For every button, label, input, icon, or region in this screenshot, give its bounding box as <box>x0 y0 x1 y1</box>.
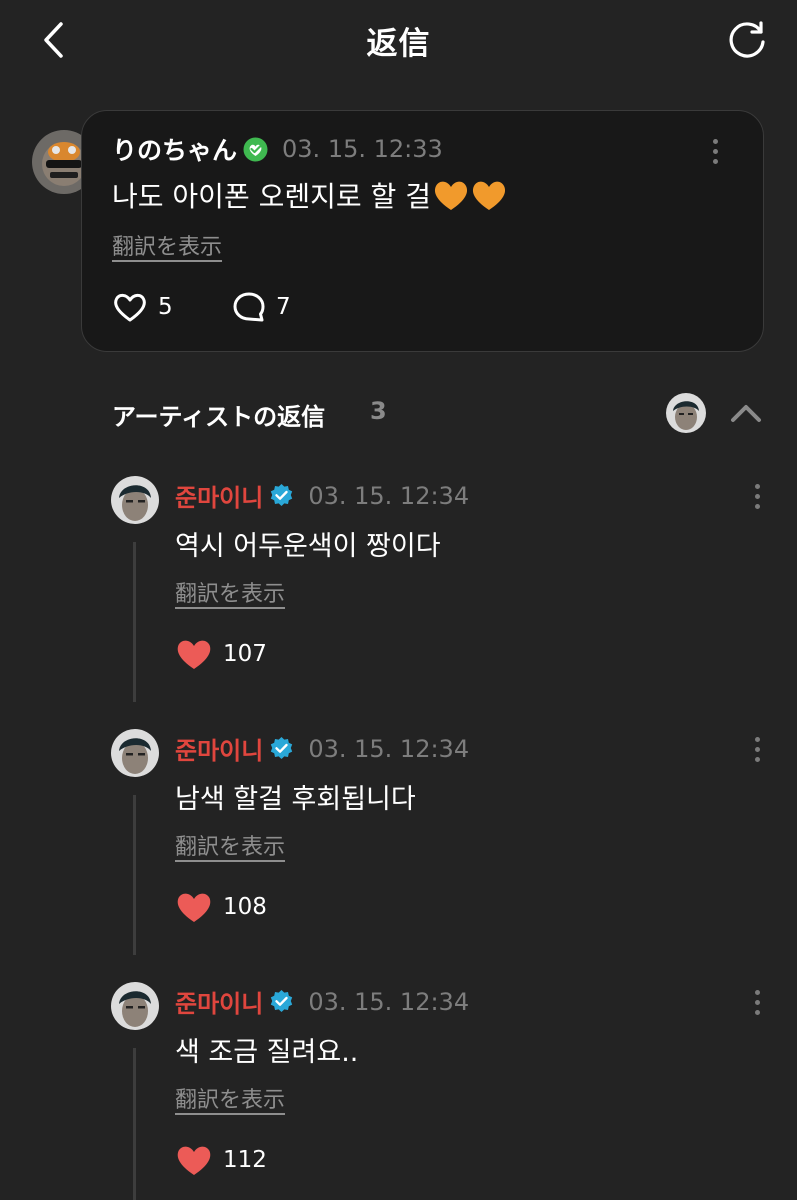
like-button[interactable]: 5 <box>112 291 173 323</box>
orange-heart-emoji-icon <box>433 179 469 218</box>
comment-username[interactable]: りのちゃん <box>112 131 237 167</box>
more-dot <box>712 138 718 144</box>
show-translation-link[interactable]: 翻訳を表示 <box>175 576 285 608</box>
like-count: 108 <box>223 894 267 920</box>
more-dot <box>754 1009 760 1015</box>
collapse-button[interactable] <box>726 395 766 431</box>
reply-screen: 返信 りのちゃん 03. 15. 12:33 나도 아이폰 오렌지로 할 걸 翻… <box>0 0 797 1200</box>
page-title: 返信 <box>366 26 431 62</box>
reply-author-row: 준마이니 03. 15. 12:34 <box>175 478 469 513</box>
comment-text: 나도 아이폰 오렌지로 할 걸 <box>112 180 431 213</box>
refresh-button[interactable] <box>719 12 775 68</box>
more-dot <box>754 483 760 489</box>
reply-button[interactable]: 7 <box>232 291 291 323</box>
artist-name[interactable]: 준마이니 <box>175 984 263 1019</box>
like-button[interactable]: 112 <box>175 1143 267 1177</box>
more-options-button[interactable] <box>745 982 769 1022</box>
reply-text: 남색 할걸 후회됩니다 <box>175 784 416 815</box>
show-translation-link[interactable]: 翻訳を表示 <box>175 1082 285 1114</box>
more-dot <box>712 148 718 154</box>
orange-heart-emoji-icon <box>471 179 507 218</box>
speech-bubble-icon <box>233 292 265 322</box>
top-bar: 返信 <box>0 0 797 80</box>
artist-reply-item: 준마이니 03. 15. 12:34 색 조금 질려요.. 翻訳を表示 112 <box>0 982 797 1200</box>
more-dot <box>754 989 760 995</box>
thread-line <box>133 542 136 702</box>
refresh-icon <box>729 21 765 58</box>
more-dot <box>712 158 718 164</box>
like-button[interactable]: 108 <box>175 890 267 924</box>
more-dot <box>754 736 760 742</box>
heart-filled-icon <box>177 1146 211 1175</box>
artist-reply-item: 준마이니 03. 15. 12:34 역시 어두운색이 짱이다 翻訳を表示 10… <box>0 476 797 729</box>
reply-text: 역시 어두운색이 짱이다 <box>175 531 441 562</box>
heart-outline-icon <box>114 293 146 322</box>
verified-artist-icon <box>269 736 294 761</box>
comment-author-row: りのちゃん 03. 15. 12:33 <box>112 131 443 167</box>
artist-replies-header: アーティストの返信 3 <box>112 393 767 437</box>
like-button[interactable]: 107 <box>175 637 267 671</box>
reply-timestamp: 03. 15. 12:34 <box>308 987 470 1016</box>
artist-reply-avatar[interactable] <box>111 476 159 524</box>
artist-reply-avatar[interactable] <box>111 982 159 1030</box>
reply-text: 색 조금 질려요.. <box>175 1037 359 1068</box>
more-dot <box>754 746 760 752</box>
like-count: 112 <box>223 1147 267 1173</box>
thread-line <box>133 1048 136 1200</box>
thread-line <box>133 795 136 955</box>
artist-replies-title: アーティストの返信 <box>112 403 326 431</box>
artist-reply-item: 준마이니 03. 15. 12:34 남색 할걸 후회됩니다 翻訳を表示 108 <box>0 729 797 982</box>
show-translation-link[interactable]: 翻訳を表示 <box>112 229 222 261</box>
comment-timestamp: 03. 15. 12:33 <box>282 135 443 163</box>
more-options-button[interactable] <box>703 131 727 171</box>
show-translation-link[interactable]: 翻訳を表示 <box>175 829 285 861</box>
original-comment-card: りのちゃん 03. 15. 12:33 나도 아이폰 오렌지로 할 걸 翻訳を表… <box>81 110 764 352</box>
more-dot <box>754 756 760 762</box>
heart-filled-icon <box>177 893 211 922</box>
heart-filled-icon <box>177 640 211 669</box>
artist-name[interactable]: 준마이니 <box>175 478 263 513</box>
more-dot <box>754 493 760 499</box>
more-dot <box>754 503 760 509</box>
reply-timestamp: 03. 15. 12:34 <box>308 481 470 510</box>
more-options-button[interactable] <box>745 476 769 516</box>
verified-badge-icon <box>243 137 268 162</box>
artist-avatar[interactable] <box>666 393 706 433</box>
chevron-up-icon <box>731 405 761 422</box>
more-options-button[interactable] <box>745 729 769 769</box>
reply-timestamp: 03. 15. 12:34 <box>308 734 470 763</box>
artist-replies-count: 3 <box>370 397 387 425</box>
more-dot <box>754 999 760 1005</box>
verified-artist-icon <box>269 483 294 508</box>
like-count: 5 <box>158 294 173 320</box>
artist-reply-avatar[interactable] <box>111 729 159 777</box>
artist-name[interactable]: 준마이니 <box>175 731 263 766</box>
reply-author-row: 준마이니 03. 15. 12:34 <box>175 731 469 766</box>
reply-author-row: 준마이니 03. 15. 12:34 <box>175 984 469 1019</box>
like-count: 107 <box>223 641 267 667</box>
comment-body: 나도 아이폰 오렌지로 할 걸 <box>112 175 507 218</box>
reply-count: 7 <box>276 294 291 320</box>
verified-artist-icon <box>269 989 294 1014</box>
